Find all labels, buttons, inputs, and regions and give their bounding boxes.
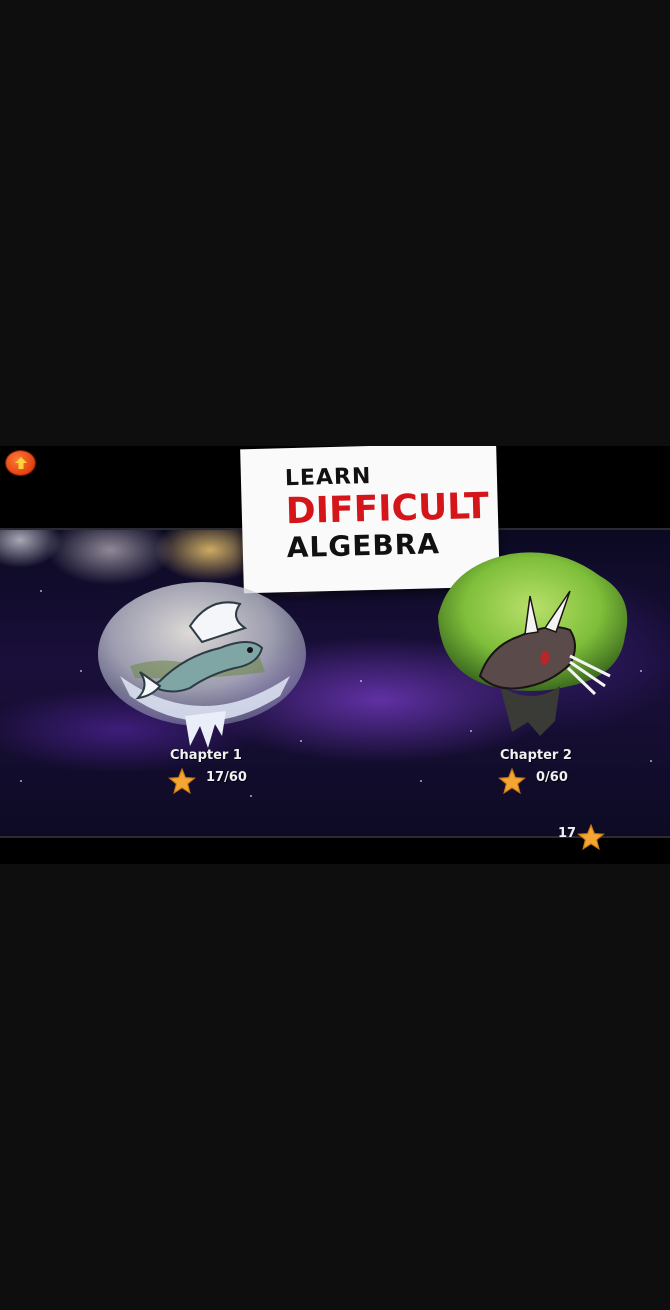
star-icon [168,768,196,794]
chapter-progress: 17/60 [206,770,247,785]
star-icon [498,768,526,794]
ice-world-illustration [98,582,306,748]
up-arrow-icon [14,457,27,469]
chapter-2-card[interactable]: Chapter 2 0/60 [420,546,650,806]
chapter-label: Chapter 2 [500,748,572,763]
total-stars-count: 17 [558,826,577,841]
chapter-label: Chapter 1 [170,748,242,763]
star-icon [577,824,605,850]
chapter-1-card[interactable]: Chapter 1 17/60 [90,576,320,836]
game-screen: LEARN DIFFICULT ALGEBRA Chapter 1 17/60 … [0,446,670,864]
forest-world-illustration [438,552,628,736]
back-button[interactable] [6,451,35,475]
chapter-progress: 0/60 [536,770,568,785]
banner-line-2: DIFFICULT [285,485,490,533]
